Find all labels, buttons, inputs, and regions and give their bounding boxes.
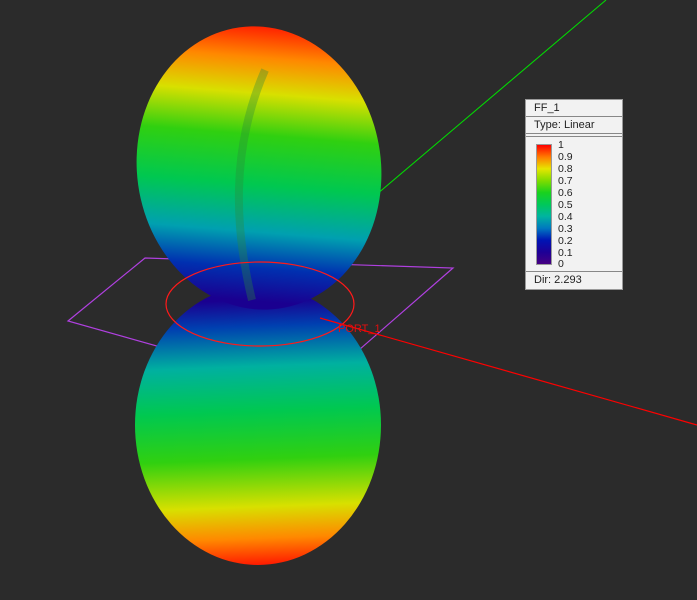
legend-tick: 0.5	[558, 199, 573, 211]
upper-lobe	[136, 26, 382, 310]
color-legend: FF_1 Type: Linear 1 0.9 0.8 0.7 0.6 0.5 …	[525, 99, 623, 290]
legend-tick: 0.7	[558, 175, 573, 187]
legend-tick: 0.2	[558, 235, 573, 247]
port-label: PORT_1	[338, 323, 381, 335]
legend-tick: 0	[558, 258, 564, 270]
legend-tick: 1	[558, 139, 564, 151]
legend-tick: 0.9	[558, 151, 573, 163]
radiation-pattern-view: PORT_1	[66, 0, 697, 565]
legend-tick: 0.6	[558, 187, 573, 199]
legend-type: Type: Linear	[526, 117, 622, 134]
legend-tick: 0.3	[558, 223, 573, 235]
legend-scale: 1 0.9 0.8 0.7 0.6 0.5 0.4 0.3 0.2 0.1 0	[526, 136, 622, 272]
3d-viewport[interactable]: PORT_1 FF_1 Type: Linear 1 0.9 0.8 0.7 0…	[0, 0, 697, 600]
legend-directivity: Dir: 2.293	[534, 274, 582, 286]
legend-tick: 0.8	[558, 163, 573, 175]
legend-title: FF_1	[526, 100, 622, 117]
legend-tick: 0.4	[558, 211, 573, 223]
colorbar	[536, 144, 552, 265]
